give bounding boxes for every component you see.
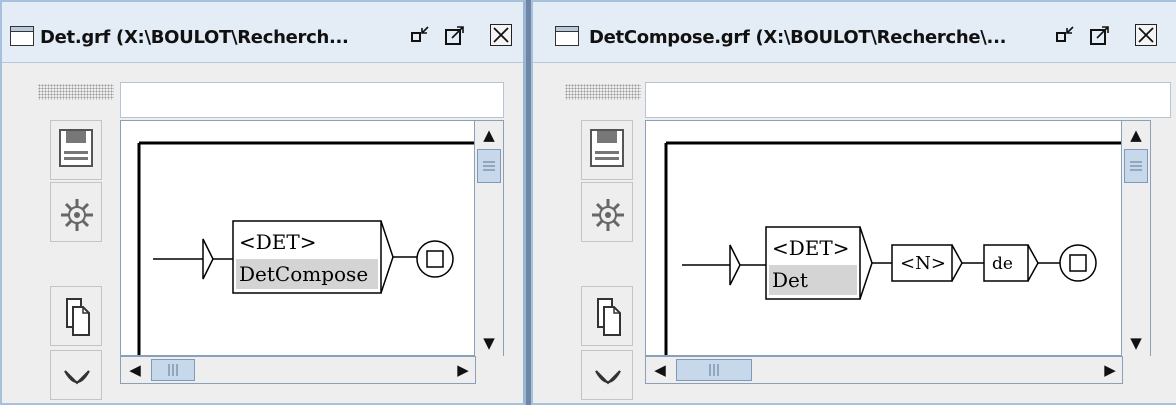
graph-diagram: <DET> DetCompose (137, 141, 475, 355)
vertical-scroll-thumb[interactable] (1124, 149, 1148, 183)
gear-icon (592, 199, 624, 231)
compile-button[interactable] (50, 182, 102, 242)
window-icon (10, 26, 34, 46)
compile-button[interactable] (581, 182, 633, 242)
box-line-det: <DET> (772, 236, 850, 260)
iconify-icon (411, 26, 429, 42)
iconify-button[interactable] (1055, 24, 1077, 46)
initial-state (729, 244, 741, 286)
title-bar[interactable]: DetCompose.grf (X:\BOULOT\Recherche\... (533, 2, 1176, 63)
box-line-subgraph: Det (772, 268, 808, 292)
window-title: DetCompose.grf (X:\BOULOT\Recherche\... (589, 27, 1007, 48)
scroll-up-arrow-icon[interactable]: ▲ (1126, 127, 1146, 143)
graph-window-detcompose: DetCompose.grf (X:\BOULOT\Recherche\... (531, 0, 1176, 405)
iconify-button[interactable] (410, 24, 432, 46)
save-icon (59, 129, 93, 167)
scroll-right-arrow-icon[interactable]: ▶ (453, 362, 473, 378)
vertical-scrollbar[interactable]: ▲ ▼ (474, 120, 504, 358)
maximize-button[interactable] (444, 24, 466, 46)
scroll-left-arrow-icon[interactable]: ◀ (125, 362, 145, 378)
box-text-field[interactable] (645, 82, 1171, 118)
graph-diagram: <DET> Det <N> de (664, 141, 1122, 355)
maximize-icon (445, 26, 464, 45)
scissors-icon (64, 370, 90, 385)
horizontal-scroll-thumb[interactable] (676, 359, 752, 381)
box-label-de: de (992, 254, 1013, 274)
horizontal-scrollbar[interactable]: ◀ ▶ (645, 356, 1123, 384)
close-icon (493, 27, 509, 43)
drag-grip[interactable] (565, 84, 641, 100)
save-icon (590, 129, 624, 167)
window-title: Det.grf (X:\BOULOT\Recherch... (40, 27, 349, 48)
graph-window-det: Det.grf (X:\BOULOT\Recherch... <DET> Det… (0, 0, 526, 405)
maximize-button[interactable] (1089, 24, 1111, 46)
scissors-icon (595, 370, 621, 385)
vertical-scrollbar[interactable]: ▲ ▼ (1121, 120, 1151, 358)
save-button[interactable] (50, 120, 102, 180)
scroll-corner (1123, 356, 1153, 384)
close-button[interactable] (490, 24, 512, 46)
horizontal-scrollbar[interactable]: ◀ ▶ (120, 356, 476, 384)
scroll-corner (476, 356, 506, 384)
box-line-det: <DET> (239, 230, 317, 254)
copy-icon (597, 298, 621, 336)
box-text-field[interactable] (120, 82, 504, 118)
paste-button[interactable] (50, 350, 102, 400)
box-label-noun: <N> (900, 253, 946, 274)
gear-icon (61, 199, 93, 231)
scroll-left-arrow-icon[interactable]: ◀ (650, 362, 670, 378)
drag-grip[interactable] (38, 84, 114, 100)
copy-button[interactable] (50, 286, 102, 346)
box-line-subgraph: DetCompose (239, 262, 368, 286)
paste-button[interactable] (581, 350, 633, 400)
graph-canvas[interactable]: <DET> DetCompose (120, 120, 476, 356)
scroll-up-arrow-icon[interactable]: ▲ (479, 127, 499, 143)
iconify-icon (1056, 26, 1074, 42)
maximize-icon (1090, 26, 1109, 45)
copy-icon (66, 298, 90, 336)
save-button[interactable] (581, 120, 633, 180)
close-button[interactable] (1135, 24, 1157, 46)
copy-button[interactable] (581, 286, 633, 346)
title-bar[interactable]: Det.grf (X:\BOULOT\Recherch... (2, 2, 523, 63)
horizontal-scroll-thumb[interactable] (151, 359, 195, 381)
scroll-right-arrow-icon[interactable]: ▶ (1100, 362, 1120, 378)
scroll-down-arrow-icon[interactable]: ▼ (1126, 335, 1146, 351)
window-icon (555, 26, 579, 46)
scroll-down-arrow-icon[interactable]: ▼ (479, 335, 499, 351)
initial-state (202, 238, 214, 280)
box-output-arrow (380, 220, 394, 294)
graph-canvas[interactable]: <DET> Det <N> de (645, 120, 1123, 356)
close-icon (1138, 27, 1154, 43)
vertical-scroll-thumb[interactable] (477, 149, 501, 183)
